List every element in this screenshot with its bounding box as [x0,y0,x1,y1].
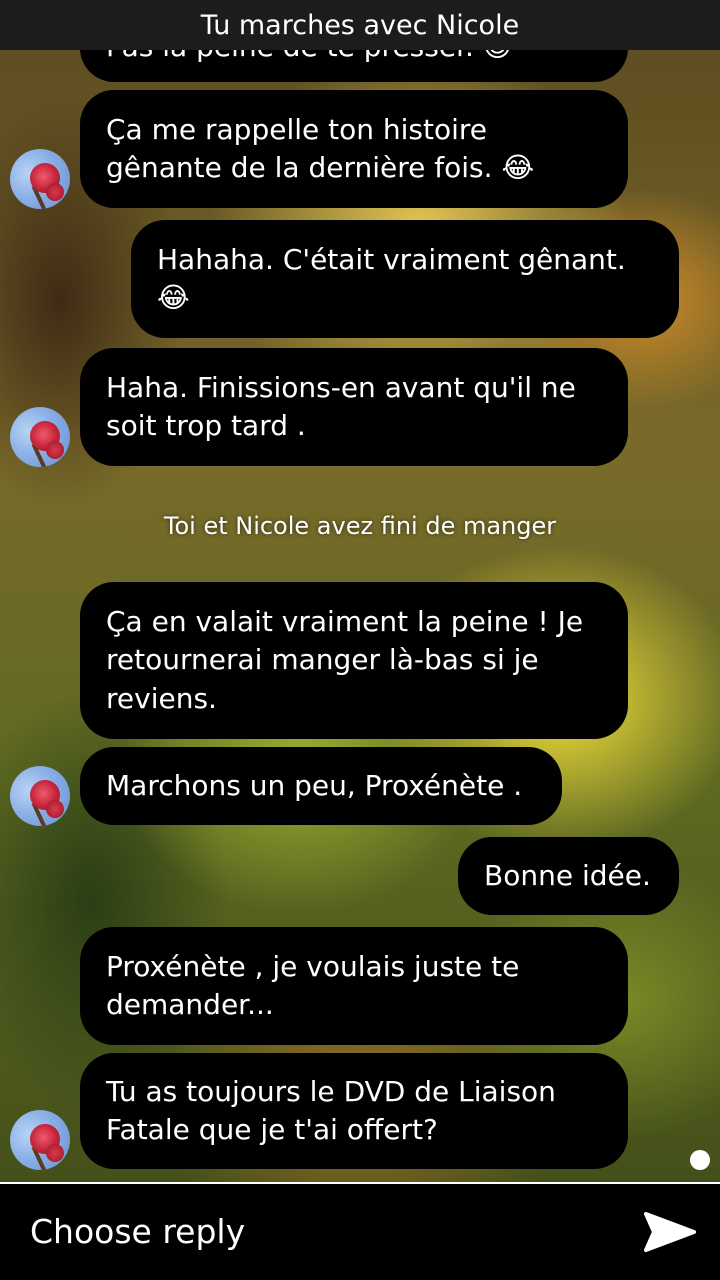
message-bubble-nicole: Haha. Finissions-en avant qu'il ne soit … [80,348,628,466]
message-bubble-nicole: Proxénète , je voulais juste te demander… [80,927,628,1045]
nicole-avatar [10,149,70,209]
message-bubble-nicole: Ça en valait vraiment la peine ! Je reto… [80,582,628,739]
message-text: Ça me rappelle ton histoire gênante de l… [106,112,535,185]
message-bubble-nicole: Marchons un peu, Proxénète . [80,747,562,825]
chat-header-title: Tu marches avec Nicole [0,0,720,50]
message-text: Hahaha. C'était vraiment gênant. 😂 [157,242,626,315]
choose-reply-button[interactable]: Choose reply [30,1184,245,1280]
message-text: Haha. Finissions-en avant qu'il ne soit … [106,370,576,443]
message-text: Bonne idée. [484,858,651,892]
nicole-avatar [10,766,70,826]
message-bubble-nicole: Ça me rappelle ton histoire gênante de l… [80,90,628,208]
send-arrow-icon[interactable] [644,1210,696,1254]
message-text: Tu as toujours le DVD de Liaison Fatale … [106,1074,556,1147]
message-text: Proxénète , je voulais juste te demander… [106,949,520,1022]
nicole-avatar [10,1110,70,1170]
message-text: Ça en valait vraiment la peine ! Je reto… [106,604,584,715]
message-bubble-me: Hahaha. C'était vraiment gênant. 😂 [131,220,679,338]
message-text: Marchons un peu, Proxénète . [106,768,523,802]
message-bubble-me: Bonne idée. [458,837,679,915]
system-message: Toi et Nicole avez fini de manger [163,512,557,540]
reply-bar[interactable]: Choose reply [0,1182,720,1280]
new-message-indicator-dot [690,1150,710,1170]
message-bubble-nicole: Tu as toujours le DVD de Liaison Fatale … [80,1053,628,1169]
nicole-avatar [10,407,70,467]
